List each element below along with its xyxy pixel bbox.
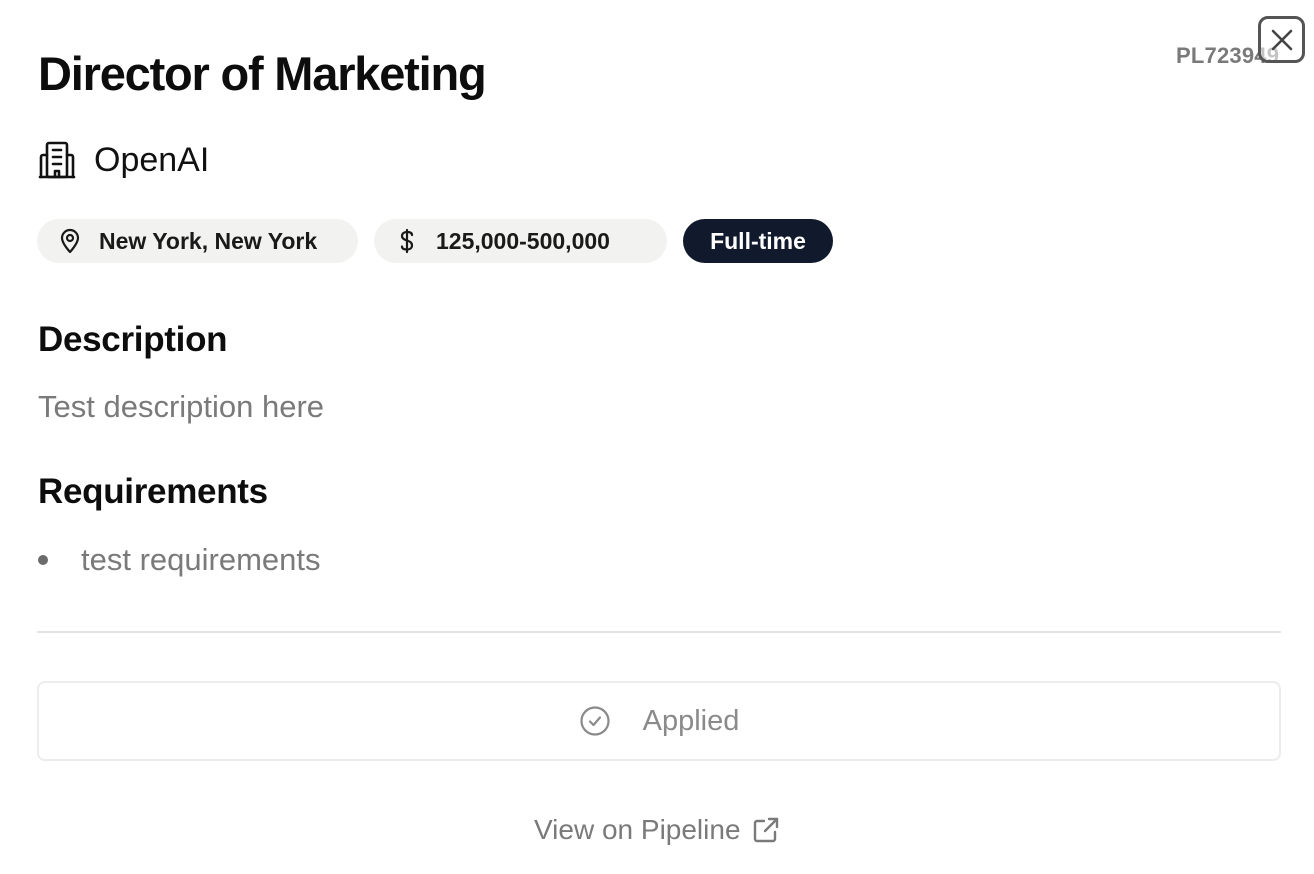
applied-button[interactable]: Applied [37,681,1281,761]
external-link-icon [751,815,781,845]
applied-label: Applied [642,704,740,737]
job-tags: New York, New York 125,000-500,000 Full-… [37,219,833,263]
salary-text: 125,000-500,000 [436,227,610,254]
requirements-heading: Requirements [38,472,268,511]
list-item: test requirements [38,540,321,580]
company-name: OpenAI [94,140,210,179]
close-icon [1269,27,1295,53]
check-circle-icon [579,705,611,737]
location-chip: New York, New York [37,219,358,263]
employment-type-text: Full-time [710,227,806,254]
location-text: New York, New York [99,227,318,254]
map-pin-icon [59,228,81,254]
divider [37,631,1281,633]
description-heading: Description [38,320,228,359]
building-icon [38,140,78,180]
job-detail-modal: PL723949 Director of Marketing OpenAI Ne… [0,0,1314,874]
salary-chip: 125,000-500,000 [374,219,667,263]
description-text: Test description here [38,389,325,424]
job-title: Director of Marketing [38,47,487,100]
bullet [38,555,48,565]
view-on-pipeline-label: View on Pipeline [534,814,741,845]
view-on-pipeline-link[interactable]: View on Pipeline [534,808,781,852]
dollar-icon [396,228,418,254]
company-row: OpenAI [38,138,209,182]
employment-type-badge: Full-time [683,219,833,263]
requirement-text: test requirements [81,542,321,577]
close-button[interactable] [1258,16,1305,63]
requirements-list: test requirements [38,540,321,580]
